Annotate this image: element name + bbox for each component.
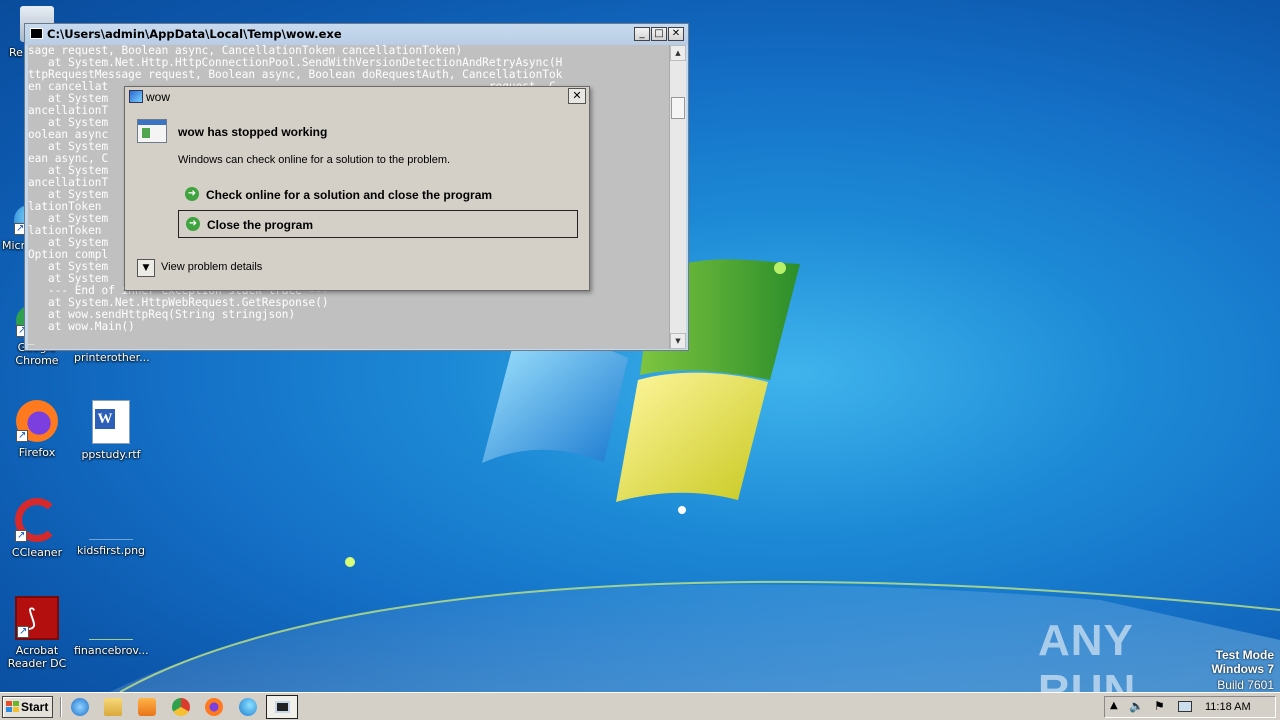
green-arrow-icon: ➜ (185, 187, 199, 201)
chevron-down-icon[interactable]: ▼ (137, 259, 155, 277)
ccleaner-icon (15, 498, 59, 542)
show-hidden-icons-icon[interactable]: ▲ (1110, 700, 1118, 711)
option-label: Check online for a solution and close th… (206, 188, 493, 202)
ie-icon[interactable] (71, 698, 89, 716)
desktop-icon-acrobat[interactable]: ⟆ Acrobat Reader DC (0, 596, 74, 670)
test-mode-line1: Test Mode (1215, 648, 1274, 662)
desktop-icon-label: CCleaner (11, 546, 63, 559)
dialog-title: wow (146, 90, 171, 104)
desktop-icon-label: Acrobat Reader DC (7, 644, 67, 670)
word-document-icon: W (92, 400, 130, 444)
desktop-icon-financebrov[interactable]: financebrov... (74, 596, 149, 657)
console-title: C:\Users\admin\AppData\Local\Temp\wow.ex… (47, 27, 342, 41)
start-label: Start (21, 700, 49, 714)
error-dialog[interactable]: wow ✕ wow has stopped working Windows ca… (124, 86, 590, 291)
firefox-icon[interactable] (205, 698, 223, 716)
green-arrow-icon: ➜ (186, 217, 200, 231)
dialog-titlebar[interactable]: wow (125, 87, 589, 107)
scroll-thumb[interactable] (671, 97, 685, 119)
desktop-icon-label: kidsfirst.png (76, 544, 146, 557)
shortcut-arrow-icon (17, 625, 29, 638)
maximize-button[interactable]: □ (651, 27, 667, 41)
volume-icon[interactable]: 🔈 (1129, 699, 1144, 713)
option-label: Close the program (207, 218, 314, 232)
image-file-icon (89, 498, 133, 540)
explorer-icon[interactable] (104, 698, 122, 716)
file-icon (89, 596, 133, 640)
console-app-icon (30, 28, 43, 39)
anyrun-watermark: ANY RUN (1038, 612, 1238, 715)
dialog-close-button[interactable]: ✕ (568, 88, 586, 104)
taskbar-console-button[interactable] (266, 695, 298, 719)
desktop-icon-label: financebrov... (74, 644, 149, 657)
acrobat-icon: ⟆ (15, 596, 59, 640)
word-w-icon: W (95, 409, 115, 429)
minimize-button[interactable]: _ (634, 27, 650, 41)
desktop-icon-label: ppstudy.rtf (81, 448, 141, 461)
action-center-flag-icon[interactable]: ⚑ (1154, 699, 1165, 713)
console-scrollbar[interactable]: ▲ ▼ (669, 45, 686, 349)
clock[interactable]: 11:18 AM (1205, 701, 1251, 713)
dialog-heading: wow has stopped working (178, 125, 328, 139)
check-online-option[interactable]: ➜ Check online for a solution and close … (178, 181, 578, 209)
app-icon (129, 90, 143, 103)
system-tray: ▲ 🔈 ⚑ 11:18 AM (1104, 696, 1276, 718)
shortcut-arrow-icon (16, 429, 28, 442)
test-mode-line2: Windows 7 (1211, 662, 1274, 676)
view-details-link[interactable]: View problem details (161, 261, 262, 273)
start-button[interactable]: Start (2, 696, 53, 718)
shortcut-arrow-icon (15, 529, 27, 542)
taskbar-separator (60, 697, 62, 717)
desktop-icon-label: printerother... (74, 351, 150, 364)
close-button[interactable]: ✕ (668, 27, 684, 41)
console-titlebar[interactable]: C:\Users\admin\AppData\Local\Temp\wow.ex… (25, 24, 688, 45)
scroll-down-icon[interactable]: ▼ (670, 333, 686, 349)
edge-icon[interactable] (239, 698, 257, 716)
close-program-option[interactable]: ➜ Close the program (178, 210, 578, 238)
firefox-icon (16, 400, 58, 442)
media-player-icon[interactable] (138, 698, 156, 716)
desktop-icon-label: Firefox (18, 446, 56, 459)
taskbar: Start ▲ 🔈 ⚑ 11:18 AM (0, 692, 1280, 720)
scroll-up-icon[interactable]: ▲ (670, 45, 686, 61)
desktop-icon-ccleaner[interactable]: CCleaner (0, 498, 74, 559)
program-window-icon (137, 119, 167, 143)
desktop-icon-kidsfirst[interactable]: kidsfirst.png (74, 498, 148, 557)
desktop-icon-ppstudy[interactable]: W ppstudy.rtf (74, 400, 148, 461)
console-app-icon (275, 701, 290, 713)
dialog-subtext: Windows can check online for a solution … (178, 154, 451, 166)
network-icon[interactable] (1178, 701, 1192, 712)
desktop-icon-firefox[interactable]: Firefox (0, 400, 74, 459)
windows-logo-icon (6, 701, 19, 713)
test-mode-line3: Build 7601 (1217, 678, 1274, 692)
chrome-icon[interactable] (172, 698, 190, 716)
